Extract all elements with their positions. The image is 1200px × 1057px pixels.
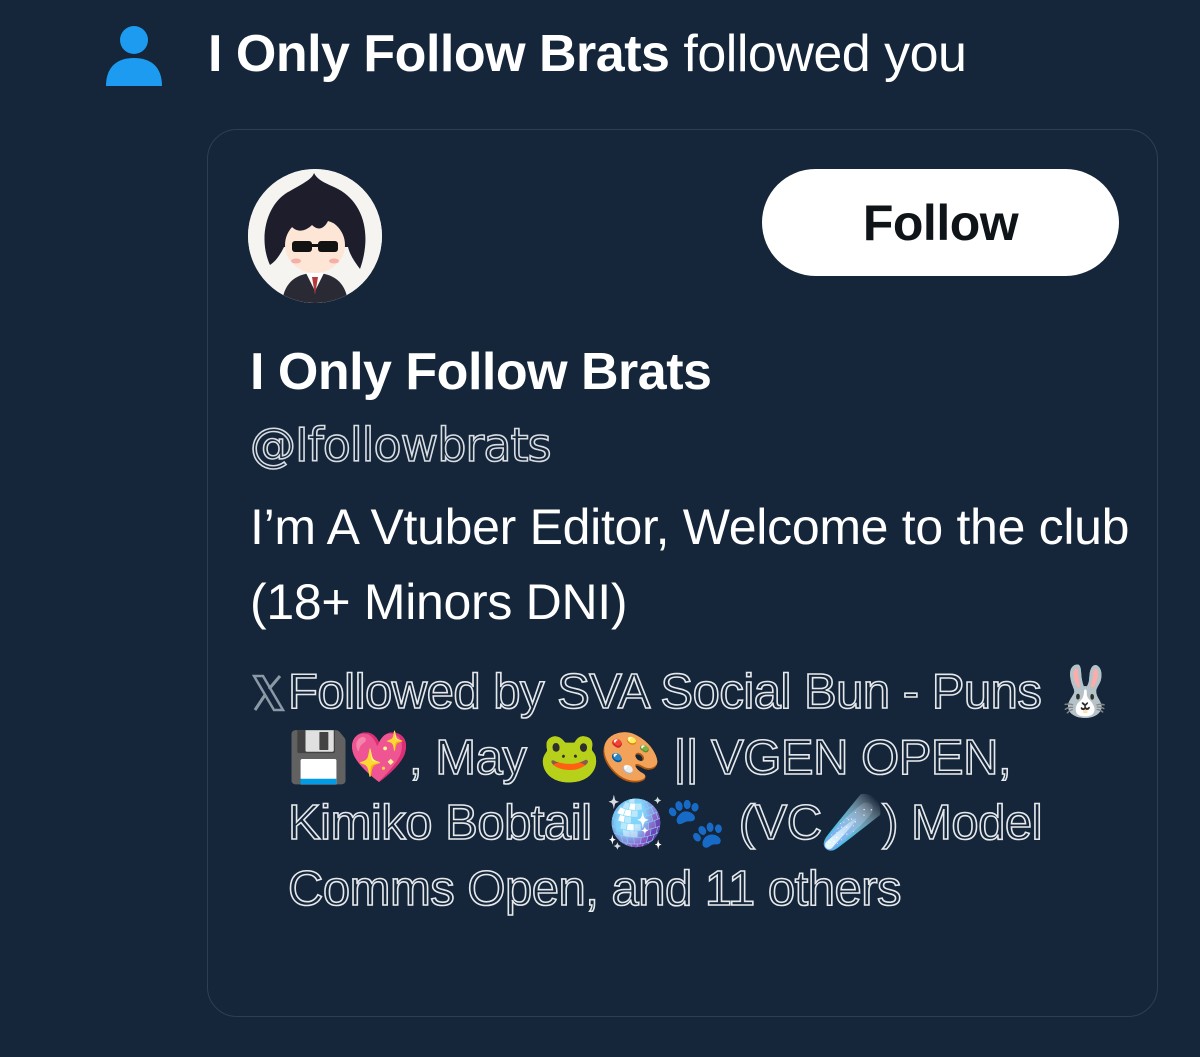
avatar[interactable]	[248, 169, 382, 303]
profile-display-name[interactable]: I Only Follow Brats	[250, 340, 712, 404]
profile-bio: I’m A Vtuber Editor, Welcome to the club…	[250, 499, 1130, 630]
notification-action-text: followed you	[669, 25, 967, 83]
x-logo-icon	[251, 674, 286, 712]
notification-text: I Only Follow Brats followed you	[208, 22, 967, 86]
followed-by-text: Followed by SVA Social Bun - Puns 🐰💾💖, M…	[287, 664, 1116, 916]
notification-actor-name[interactable]: I Only Follow Brats	[208, 25, 670, 83]
person-icon	[106, 26, 162, 86]
follow-button[interactable]: Follow	[762, 169, 1119, 276]
avatar-image	[248, 169, 382, 303]
profile-handle[interactable]: @Ifollowbrats	[249, 416, 552, 474]
notification-page: I Only Follow Brats followed you Follow …	[0, 0, 1200, 1057]
